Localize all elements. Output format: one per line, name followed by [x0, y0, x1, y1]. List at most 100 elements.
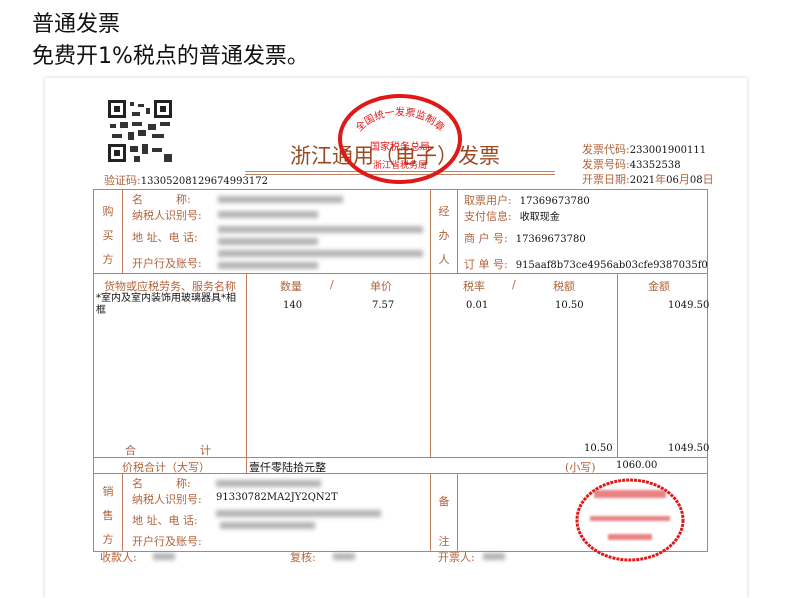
invoice-text [160, 106, 166, 112]
redacted-text [218, 238, 318, 245]
invoice-text: 订 单 号: 915aaf8b73ce4956ab03cfe9387035f0 [464, 256, 708, 272]
table-rule [430, 473, 431, 552]
col-tax: 税额 [553, 280, 575, 293]
invoice-text [114, 150, 120, 156]
invoice-text: 商 户 号: 17369673780 [464, 230, 586, 246]
grand-total-value: 1060.00 [616, 460, 658, 471]
invoice-text [120, 122, 128, 128]
invoice-text: 支付信息: [464, 210, 512, 223]
redacted-text [218, 226, 423, 233]
redacted-text [218, 211, 318, 218]
invoice-text [130, 102, 134, 106]
item-name: *室内及室内装饰用玻璃器具*相框 [96, 293, 236, 316]
invoice-text: 支付信息: 收取现金 [464, 208, 560, 224]
invoice-text: / [330, 278, 334, 291]
table-rule [246, 273, 247, 473]
invoice-text [152, 148, 162, 152]
number-label: 发票号码: [582, 158, 630, 171]
verify-label: 验证码: [104, 174, 141, 187]
col-item: 货物或应税劳务、服务名称 [104, 280, 236, 293]
item-tax: 10.50 [555, 300, 584, 311]
invoice-text [132, 112, 140, 116]
invoice-text: 浙江省税务局 [373, 159, 427, 171]
invoice-text: 订 单 号: [464, 258, 508, 271]
buyer-address-label: 地 址、电 话: [132, 231, 198, 244]
redacted-text [220, 522, 315, 529]
invoice-text: 06 [666, 175, 679, 186]
total-amount: 1049.50 [668, 443, 710, 454]
redacted-text [218, 250, 423, 257]
table-rule [93, 457, 708, 458]
invoice-number: 43352538 [629, 160, 681, 171]
table-rule [617, 273, 618, 457]
invoice-text: 销 [102, 485, 114, 498]
item-amount: 1049.50 [668, 300, 710, 311]
invoice-text: 全国统一发票监制章 [353, 105, 448, 134]
invoice-text: 售 [102, 509, 114, 522]
invoice-text: 地 址、电 话: [132, 514, 198, 527]
col-rate: 税率 [463, 280, 485, 293]
qr-code-icon [108, 100, 172, 162]
invoice-text: 名 称: [132, 477, 191, 490]
redacted-text [216, 480, 321, 487]
item-price: 7.57 [372, 300, 395, 311]
invoice-text: 方 [102, 253, 114, 266]
buyer-side-label: 购买方 [101, 200, 115, 272]
redacted-text [216, 510, 381, 517]
redacted-text [218, 196, 343, 203]
invoice-text [594, 490, 666, 498]
invoice-text: 2021 [629, 175, 656, 186]
invoice-text: 取票用户: [464, 194, 512, 207]
invoice-text: 发票号码:43352538 [582, 156, 681, 172]
invoice-text: 全国统一发票监制章 [353, 105, 448, 134]
invoice-text: 办 [438, 229, 450, 242]
invoice-text: 年 [655, 173, 667, 186]
invoice-text [590, 490, 670, 540]
invoice-text: 开票人: [438, 551, 475, 564]
invoice-text: 开票日期:2021年06月08日 [582, 171, 714, 187]
page-heading: 普通发票 [32, 12, 121, 37]
invoice-text [590, 516, 670, 521]
agent-merchant: 17369673780 [515, 234, 586, 245]
col-qty: 数量 [280, 280, 302, 293]
invoice-text: 发票代码:233001900111 [582, 141, 706, 157]
invoice-text [134, 156, 140, 162]
invoice-text [110, 124, 116, 128]
verify-code: 13305208129674993172 [140, 176, 268, 187]
seller-stamp-icon [575, 478, 685, 562]
invoice-text [114, 106, 120, 112]
official-stamp-icon: 全国统一发票监制章 国家税务总局 浙江省税务局 [338, 94, 462, 184]
invoice-text: 计 [200, 444, 211, 457]
grand-total-label: 价税合计（大写） [122, 461, 210, 474]
col-price: 单价 [370, 280, 392, 293]
invoice-text [138, 130, 146, 136]
table-rule [122, 473, 123, 552]
invoice-text: 日 [702, 173, 714, 186]
buyer-name-label: 名 称: [132, 193, 191, 206]
invoice-text: (小写) [565, 461, 596, 474]
agent-order: 915aaf8b73ce4956ab03cfe9387035f0 [515, 260, 708, 271]
table-rule [430, 273, 431, 457]
invoice-text [146, 108, 150, 114]
date-label: 开票日期: [582, 173, 630, 186]
invoice-text: 买 [102, 229, 114, 242]
page-subheading: 免费开1%税点的普通发票。 [32, 44, 309, 69]
table-rule [430, 189, 431, 273]
invoice-text: 开户行及账号: [132, 535, 202, 548]
invoice-text: 合 [125, 444, 136, 457]
redacted-text [218, 262, 318, 269]
invoice-text: 人 [438, 253, 450, 266]
code-label: 发票代码: [582, 143, 630, 156]
invoice-text [128, 132, 134, 140]
total-tax: 10.50 [584, 443, 613, 454]
redacted-text [483, 553, 505, 560]
invoice-text: 经 [438, 205, 450, 218]
invoice-text: 复核: [290, 551, 316, 564]
invoice-text: 国家税务总局 [370, 140, 430, 153]
invoice-text: 备 [438, 495, 450, 508]
invoice-text [164, 154, 172, 162]
agent-pay: 收取现金 [519, 212, 560, 223]
seller-side-label: 销售方 [101, 480, 115, 552]
table-rule [122, 189, 123, 273]
buyer-bank-label: 开户行及账号: [132, 257, 202, 270]
